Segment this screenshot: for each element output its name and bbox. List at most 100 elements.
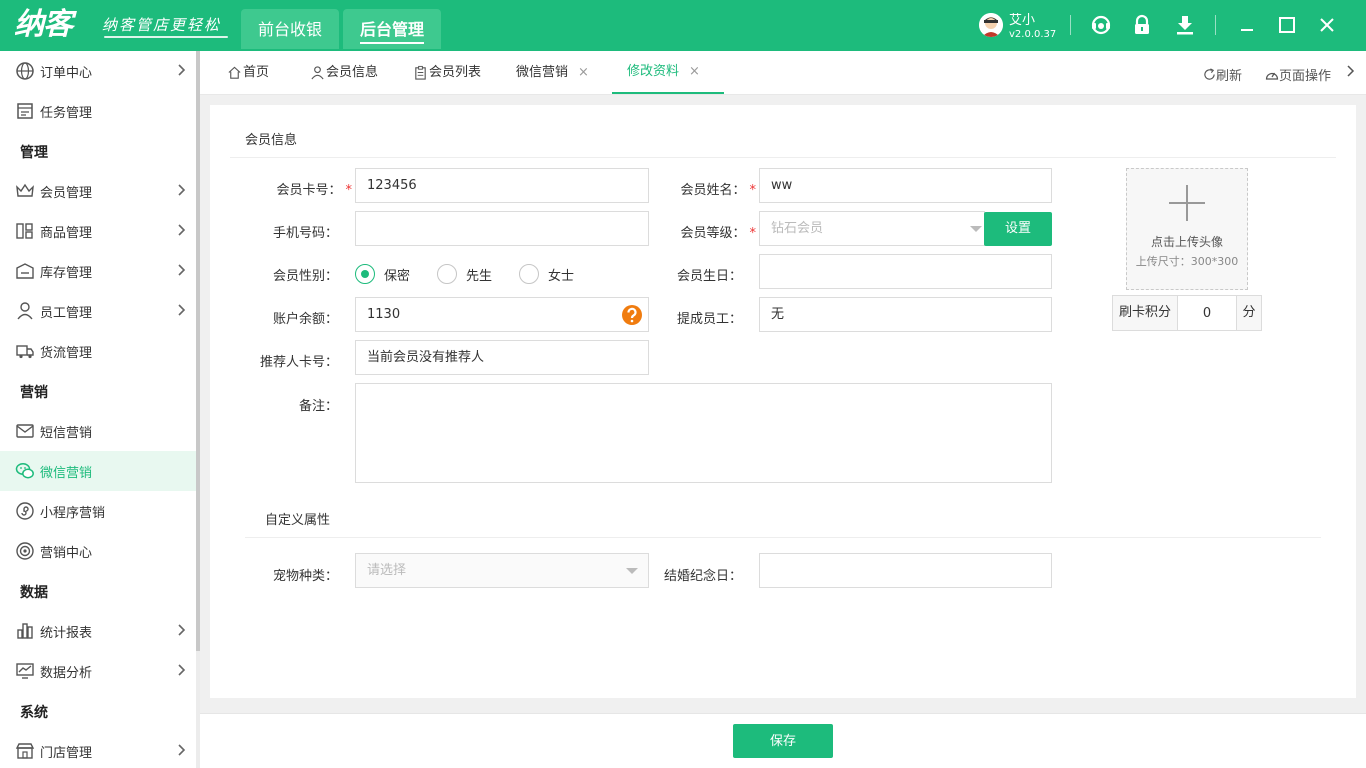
sidebar-section-title: 数据 bbox=[20, 585, 48, 601]
chevron-right-icon bbox=[174, 623, 188, 637]
avatar-upload[interactable]: 点击上传头像 上传尺寸：300*300 bbox=[1126, 168, 1248, 290]
tab-member-list[interactable]: 会员列表 bbox=[413, 51, 481, 94]
globe-icon bbox=[15, 61, 35, 81]
gender-radio-male[interactable]: 先生 bbox=[437, 264, 492, 284]
support-headset-icon[interactable] bbox=[1090, 14, 1112, 36]
tab-close-icon[interactable]: × bbox=[578, 51, 589, 95]
sidebar-item[interactable]: 员工管理 bbox=[0, 291, 196, 331]
pet-type-select[interactable]: 请选择 bbox=[355, 553, 649, 588]
pet-type-placeholder: 请选择 bbox=[367, 563, 407, 578]
app-slogan: 纳客管店更轻松 bbox=[102, 16, 222, 34]
sidebar-item[interactable]: 小程序营销 bbox=[0, 491, 196, 531]
sidebar-item[interactable]: 微信营销 bbox=[0, 451, 196, 491]
tab-label: 首页 bbox=[243, 64, 270, 80]
chevron-down-icon bbox=[626, 568, 638, 574]
anniversary-input[interactable] bbox=[759, 553, 1052, 588]
refresh-button[interactable]: 刷新 bbox=[1203, 65, 1242, 84]
page-operations-button[interactable]: 页面操作 bbox=[1265, 65, 1331, 84]
close-icon[interactable] bbox=[1316, 14, 1338, 36]
nav-tab-backend[interactable]: 后台管理 bbox=[343, 9, 441, 49]
tab-home[interactable]: 首页 bbox=[227, 51, 269, 94]
points-unit: 分 bbox=[1236, 295, 1262, 331]
minimize-icon[interactable] bbox=[1236, 14, 1258, 36]
phone-label: 手机号码： bbox=[272, 226, 338, 241]
sidebar-item-label: 短信营销 bbox=[40, 425, 93, 441]
bar-chart-icon bbox=[15, 621, 35, 641]
chevron-down-icon bbox=[970, 226, 982, 232]
section-title-custom-attributes: 自定义属性 bbox=[265, 513, 331, 528]
sidebar-item-label: 库存管理 bbox=[40, 265, 93, 281]
lock-icon[interactable] bbox=[1131, 14, 1153, 36]
member-name-input[interactable] bbox=[759, 168, 1052, 203]
download-icon[interactable] bbox=[1174, 14, 1196, 36]
page-tabs-bar: 首页 会员信息 会员列表 微信营销 × 修改资料 × 刷新 页面操作 bbox=[200, 51, 1366, 95]
chevron-right-icon bbox=[174, 663, 188, 677]
truck-icon bbox=[15, 341, 35, 361]
points-input[interactable] bbox=[1177, 295, 1237, 331]
inventory-icon bbox=[15, 261, 35, 281]
birthday-label: 会员生日： bbox=[676, 269, 742, 284]
sidebar-item[interactable]: 短信营销 bbox=[0, 411, 196, 451]
sidebar-item-label: 营销中心 bbox=[40, 545, 93, 561]
chevron-right-icon bbox=[174, 263, 188, 277]
referrer-input[interactable]: 当前会员没有推荐人 bbox=[355, 340, 649, 375]
referrer-label: 推荐人卡号： bbox=[259, 355, 338, 370]
top-header: 纳客 纳客管店更轻松 前台收银 后台管理 艾小 v2.0.0.37 bbox=[0, 0, 1366, 51]
phone-input[interactable] bbox=[355, 211, 649, 246]
remark-textarea[interactable] bbox=[355, 383, 1052, 483]
divider bbox=[245, 537, 1321, 538]
radio-icon bbox=[519, 264, 539, 284]
sidebar-section-title: 管理 bbox=[20, 145, 48, 161]
commission-staff-select[interactable]: 无 bbox=[759, 297, 1052, 332]
chevron-right-icon bbox=[174, 183, 188, 197]
member-level-select[interactable]: 钻石会员 bbox=[759, 211, 985, 246]
card-number-label: 会员卡号： * bbox=[276, 183, 352, 198]
member-level-value: 钻石会员 bbox=[771, 221, 824, 236]
section-title-member-info: 会员信息 bbox=[245, 133, 298, 148]
balance-input bbox=[355, 297, 615, 332]
avatar[interactable] bbox=[979, 13, 1003, 37]
nav-tab-cashier[interactable]: 前台收银 bbox=[241, 9, 339, 49]
save-button[interactable]: 保存 bbox=[733, 724, 833, 758]
divider bbox=[1070, 15, 1071, 35]
sidebar-item[interactable]: 门店管理 bbox=[0, 731, 196, 768]
chevron-right-icon bbox=[174, 63, 188, 77]
card-number-input[interactable] bbox=[355, 168, 649, 203]
balance-help[interactable] bbox=[614, 297, 649, 332]
sidebar-item[interactable]: 营销中心 bbox=[0, 531, 196, 571]
app-version: v2.0.0.37 bbox=[1009, 29, 1057, 40]
target-icon bbox=[15, 541, 35, 561]
sidebar-item[interactable]: 任务管理 bbox=[0, 91, 196, 131]
radio-label: 保密 bbox=[384, 268, 411, 284]
sidebar-item[interactable]: 货流管理 bbox=[0, 331, 196, 371]
member-level-label: 会员等级： * bbox=[680, 226, 756, 241]
sidebar-item[interactable]: 订单中心 bbox=[0, 51, 196, 91]
sidebar-item[interactable]: 库存管理 bbox=[0, 251, 196, 291]
referrer-value: 当前会员没有推荐人 bbox=[367, 350, 485, 365]
sidebar-item[interactable]: 统计报表 bbox=[0, 611, 196, 651]
sidebar-item-label: 任务管理 bbox=[40, 105, 93, 121]
maximize-icon[interactable] bbox=[1276, 14, 1298, 36]
sidebar-item[interactable]: 数据分析 bbox=[0, 651, 196, 691]
sidebar: 订单中心 任务管理 管理 会员管理 商品管理 库存管理 员工管理 货流管理 营销 短信营销 微信营销… bbox=[0, 51, 196, 768]
sidebar-scrollbar[interactable] bbox=[196, 51, 200, 651]
member-level-settings-button[interactable]: 设置 bbox=[984, 212, 1052, 246]
tab-wechat-marketing[interactable]: 微信营销 × bbox=[516, 51, 589, 94]
sidebar-item-label: 统计报表 bbox=[40, 625, 93, 641]
tab-edit-profile[interactable]: 修改资料 × bbox=[612, 51, 724, 94]
goods-icon bbox=[15, 221, 35, 241]
tab-member-info[interactable]: 会员信息 bbox=[310, 51, 378, 94]
tab-close-icon[interactable]: × bbox=[689, 50, 700, 94]
person-icon bbox=[15, 301, 35, 321]
sidebar-item[interactable]: 会员管理 bbox=[0, 171, 196, 211]
slogan-underline bbox=[104, 36, 228, 38]
sidebar-item-label: 货流管理 bbox=[40, 345, 93, 361]
mail-icon bbox=[15, 421, 35, 441]
tabs-scroll-right-icon[interactable] bbox=[1345, 65, 1355, 77]
sidebar-item[interactable]: 商品管理 bbox=[0, 211, 196, 251]
gender-radio-female[interactable]: 女士 bbox=[519, 264, 574, 284]
refresh-label: 刷新 bbox=[1216, 69, 1243, 84]
gender-radio-secret[interactable]: 保密 bbox=[355, 264, 410, 284]
tab-label: 会员信息 bbox=[326, 64, 379, 80]
birthday-input[interactable] bbox=[759, 254, 1052, 289]
